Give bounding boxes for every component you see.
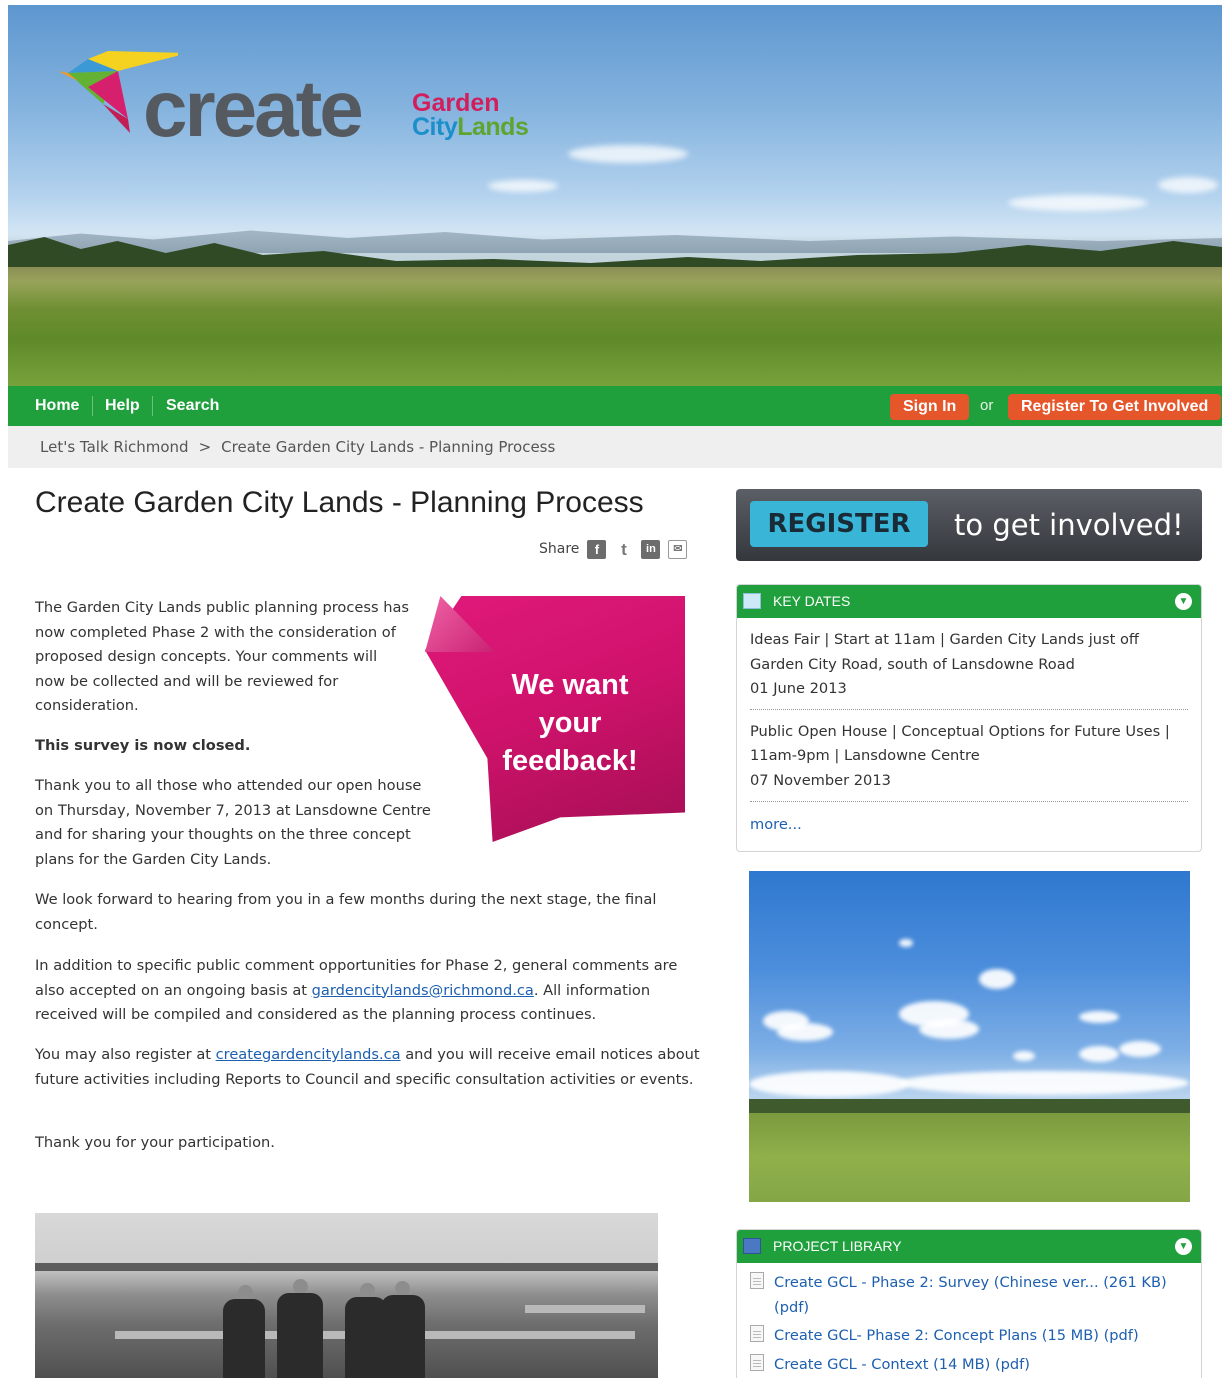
feedback-banner[interactable]: We want your feedback! [425, 596, 685, 842]
key-dates-more-link[interactable]: more... [750, 816, 1188, 833]
library-item[interactable]: Create GCL - Phase 2: Survey (Chinese ve… [737, 1271, 1187, 1320]
photo-person-head [395, 1281, 410, 1296]
nav-or-text: or [980, 397, 994, 414]
sky-cloud [899, 939, 913, 947]
project-library-title: PROJECT LIBRARY [773, 1238, 902, 1254]
intro-paragraph: The Garden City Lands public planning pr… [35, 599, 410, 715]
breadcrumb-current: Create Garden City Lands - Planning Proc… [221, 438, 556, 456]
breadcrumb: Let's Talk Richmond > Create Garden City L… [8, 426, 1222, 468]
library-item-link[interactable]: Create GCL - Phase 2: Survey (Chinese ve… [774, 1271, 1187, 1320]
key-date-description: Public Open House | Conceptual Options f… [750, 722, 1170, 765]
historic-photo [35, 1213, 658, 1378]
sky-cloud [919, 1019, 979, 1039]
breadcrumb-separator: > [198, 438, 212, 456]
survey-closed-notice: This survey is now closed. [35, 737, 251, 754]
sky-cloud [899, 1071, 1189, 1095]
project-library-panel: PROJECT LIBRARY ▼ Create GCL - Phase 2: … [736, 1229, 1202, 1378]
register-button[interactable]: Register To Get Involved [1008, 394, 1222, 420]
photo-horizon [35, 1263, 658, 1271]
key-date-item: Ideas Fair | Start at 11am | Garden City… [750, 618, 1188, 710]
library-list: Create GCL - Phase 2: Survey (Chinese ve… [737, 1263, 1201, 1377]
twitter-icon[interactable]: t [614, 540, 633, 559]
key-dates-header[interactable]: KEY DATES ▼ [737, 585, 1201, 618]
sky-cloud [749, 1071, 909, 1097]
banner-field [8, 267, 1222, 386]
main-nav: Home Help Search Sign In or Register To … [8, 386, 1222, 426]
sky-cloud [777, 1023, 833, 1041]
sky-cloud [1079, 1046, 1119, 1062]
document-icon [750, 1353, 764, 1371]
feedback-banner-text: We want your feedback! [502, 669, 638, 777]
share-bar: Share f t in ✉ [539, 538, 688, 560]
chevron-down-icon[interactable]: ▼ [1175, 593, 1192, 610]
photo-person-head [238, 1285, 253, 1300]
sky-cloud [1119, 1041, 1161, 1057]
register-promo[interactable]: REGISTER to get involved! [736, 489, 1202, 561]
key-date-description: Ideas Fair | Start at 11am | Garden City… [750, 631, 1139, 673]
nav-divider [92, 396, 93, 416]
sky-cloud [979, 969, 1015, 989]
sky-cloud [1013, 1051, 1035, 1061]
lands-photo [749, 871, 1190, 1202]
linkedin-icon[interactable]: in [641, 539, 661, 559]
look-forward-paragraph: We look forward to hearing from you in a… [35, 891, 657, 933]
document-icon [750, 1325, 764, 1343]
photo-person [381, 1295, 425, 1378]
document-icon [750, 1272, 764, 1289]
website-link[interactable]: creategardencitylands.ca [216, 1046, 401, 1063]
email-icon[interactable]: ✉ [668, 539, 688, 559]
share-label: Share [539, 541, 580, 557]
nav-help[interactable]: Help [105, 386, 140, 426]
logo-city: City [412, 113, 458, 141]
key-dates-panel: KEY DATES ▼ Ideas Fair | Start at 11am |… [736, 584, 1202, 852]
register-promo-text: to get involved! [954, 508, 1184, 542]
banner-cloud [1158, 177, 1218, 193]
register-promo-button[interactable]: REGISTER [750, 501, 928, 547]
nav-divider [152, 396, 153, 416]
sky-cloud [1079, 1011, 1119, 1023]
photo-grass [749, 1113, 1190, 1202]
thank-you-paragraph: Thank you for your participation. [35, 1134, 275, 1151]
register-text-a: You may also register at [35, 1046, 216, 1063]
calendar-icon [743, 593, 761, 609]
logo-city-lands: CityLands [412, 113, 529, 141]
page-title: Create Garden City Lands - Planning Proc… [35, 486, 644, 519]
photo-person-head [360, 1283, 375, 1298]
key-date-item: Public Open House | Conceptual Options f… [750, 710, 1188, 802]
nav-home[interactable]: Home [35, 386, 79, 426]
sign-in-button[interactable]: Sign In [890, 394, 970, 420]
nav-search[interactable]: Search [166, 386, 219, 426]
register-paragraph: You may also register at creategardencit… [35, 1043, 705, 1092]
logo-word: create [143, 64, 364, 153]
banner-cloud [568, 145, 688, 163]
library-item-link[interactable]: Create GCL- Phase 2: Concept Plans (15 M… [774, 1324, 1139, 1349]
book-icon [743, 1238, 761, 1254]
library-item-link[interactable]: Create GCL - Context (14 MB) (pdf) [774, 1353, 1030, 1378]
banner-cloud [1008, 195, 1148, 211]
email-link[interactable]: gardencitylands@richmond.ca [312, 982, 534, 999]
facebook-icon[interactable]: f [587, 539, 607, 559]
photo-plank [525, 1305, 645, 1313]
photo-person-head [293, 1279, 308, 1294]
key-date-date: 07 November 2013 [750, 771, 891, 789]
open-house-paragraph: Thank you to all those who attended our … [35, 777, 431, 868]
project-library-header[interactable]: PROJECT LIBRARY ▼ [737, 1230, 1201, 1263]
photo-person [277, 1293, 323, 1378]
site-logo[interactable]: create Garden CityLands [48, 49, 568, 159]
banner-cloud [488, 180, 558, 192]
chevron-down-icon[interactable]: ▼ [1175, 1238, 1192, 1255]
library-item[interactable]: Create GCL - Context (14 MB) (pdf) [737, 1353, 1187, 1378]
key-dates-title: KEY DATES [773, 593, 851, 609]
logo-lands: Lands [457, 113, 529, 141]
library-item[interactable]: Create GCL- Phase 2: Concept Plans (15 M… [737, 1324, 1187, 1349]
photo-person [223, 1299, 265, 1378]
key-date-date: 01 June 2013 [750, 680, 847, 698]
header-banner: create Garden CityLands [8, 5, 1222, 386]
comments-paragraph: In addition to specific public comment o… [35, 954, 707, 1028]
breadcrumb-root[interactable]: Let's Talk Richmond [40, 438, 189, 456]
